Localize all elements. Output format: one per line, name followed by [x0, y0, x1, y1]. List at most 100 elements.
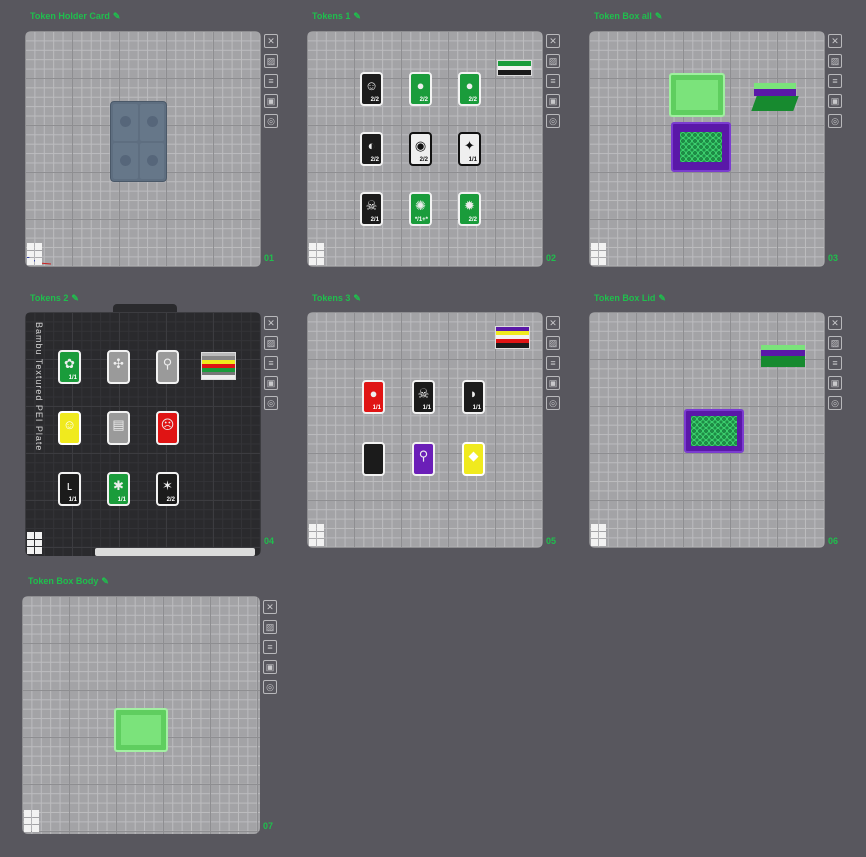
close-icon[interactable]: ✕: [264, 316, 278, 330]
edit-icon[interactable]: ✎: [113, 11, 121, 21]
lock-icon[interactable]: ▣: [828, 376, 842, 390]
token-card[interactable]: ☠ 1/1: [412, 380, 435, 414]
token-card[interactable]: ◐ 2/2: [360, 132, 383, 166]
build-plate-07[interactable]: [22, 596, 260, 834]
plate-title-04[interactable]: Tokens 2 ✎: [30, 293, 79, 304]
color-stripe-swatch[interactable]: [201, 352, 236, 380]
image-icon[interactable]: ▨: [264, 336, 278, 350]
image-icon[interactable]: ▨: [546, 54, 560, 68]
plate-title-03[interactable]: Token Box all ✎: [594, 11, 662, 22]
image-icon[interactable]: ▨: [263, 620, 277, 634]
lock-icon[interactable]: ▣: [546, 376, 560, 390]
token-card[interactable]: ☹: [156, 411, 179, 445]
close-icon[interactable]: ✕: [263, 600, 277, 614]
token-card[interactable]: ✱ 1/1: [107, 472, 130, 506]
token-box-model[interactable]: [671, 122, 731, 172]
layers-icon[interactable]: ≡: [264, 74, 278, 88]
settings-icon[interactable]: ◎: [263, 680, 277, 694]
build-plate-05[interactable]: ● 1/1 ☠ 1/1 ◗ 1/1 ⚲ ◆: [307, 312, 543, 548]
token-card[interactable]: ● 2/2: [458, 72, 481, 106]
token-card[interactable]: ☺: [58, 411, 81, 445]
image-icon[interactable]: ▨: [828, 336, 842, 350]
token-symbol-icon: ʟ: [66, 478, 73, 493]
layers-icon[interactable]: ≡: [264, 356, 278, 370]
token-card[interactable]: [362, 442, 385, 476]
token-box-lid-model[interactable]: [761, 345, 805, 367]
edit-icon[interactable]: ✎: [353, 293, 361, 303]
close-icon[interactable]: ✕: [828, 316, 842, 330]
token-card[interactable]: ✿ 1/1: [58, 350, 81, 384]
token-card[interactable]: ✹ 2/2: [458, 192, 481, 226]
lock-icon[interactable]: ▣: [264, 376, 278, 390]
color-stripe-swatch[interactable]: [495, 326, 530, 349]
build-plate-04[interactable]: Bambu Textured PEI Plate ✿ 1/1 ✣ ⚲ ☺ ▤ ☹ ʟ 1/1 ✱ 1…: [25, 312, 261, 556]
build-plate-02[interactable]: ☺ 2/2 ● 2/2 ● 2/2 ◐ 2/2 ◉ 2/2 ✦ 1/1 ☠ 2/1 ✺ */1+* ✹ 2/2: [307, 31, 543, 267]
lock-icon[interactable]: ▣: [263, 660, 277, 674]
build-plate-03[interactable]: [589, 31, 825, 267]
token-symbol-icon: ✱: [113, 478, 124, 493]
token-card[interactable]: ʟ 1/1: [58, 472, 81, 506]
settings-icon[interactable]: ◎: [828, 114, 842, 128]
image-icon[interactable]: ▨: [264, 54, 278, 68]
close-icon[interactable]: ✕: [546, 34, 560, 48]
token-card[interactable]: ⚲: [412, 442, 435, 476]
lock-icon[interactable]: ▣: [828, 94, 842, 108]
token-symbol-icon: ✶: [162, 478, 173, 493]
lock-icon[interactable]: ▣: [546, 94, 560, 108]
close-icon[interactable]: ✕: [264, 34, 278, 48]
token-card[interactable]: ✺ */1+*: [409, 192, 432, 226]
layers-icon[interactable]: ≡: [828, 356, 842, 370]
layers-icon[interactable]: ≡: [263, 640, 277, 654]
edit-icon[interactable]: ✎: [101, 576, 109, 586]
plate-number: 02: [546, 253, 557, 263]
edit-icon[interactable]: ✎: [71, 293, 79, 303]
token-card[interactable]: ◆: [462, 442, 485, 476]
layers-icon[interactable]: ≡: [546, 356, 560, 370]
token-power-toughness: */1+*: [414, 217, 428, 223]
image-icon[interactable]: ▨: [828, 54, 842, 68]
token-symbol-icon: ✺: [415, 198, 426, 213]
token-card[interactable]: ⚲: [156, 350, 179, 384]
plate-toolbar-02: ✕ ▨ ≡ ▣ ◎: [546, 34, 560, 134]
token-box-lid-model[interactable]: [751, 83, 799, 111]
settings-icon[interactable]: ◎: [546, 396, 560, 410]
token-card[interactable]: ☠ 2/1: [360, 192, 383, 226]
token-card[interactable]: ☺ 2/2: [360, 72, 383, 106]
token-card[interactable]: ◉ 2/2: [409, 132, 432, 166]
plate-title-05[interactable]: Tokens 3 ✎: [312, 293, 361, 304]
build-plate-06[interactable]: [589, 312, 825, 548]
token-box-body-model[interactable]: [114, 708, 168, 752]
build-plate-01[interactable]: [25, 31, 261, 267]
color-stripe-swatch[interactable]: [497, 60, 532, 76]
plate-title-06[interactable]: Token Box Lid ✎: [594, 293, 666, 304]
plate-title-07[interactable]: Token Box Body ✎: [28, 576, 109, 587]
token-card[interactable]: ✦ 1/1: [458, 132, 481, 166]
image-icon[interactable]: ▨: [546, 336, 560, 350]
token-card[interactable]: ✣: [107, 350, 130, 384]
settings-icon[interactable]: ◎: [264, 396, 278, 410]
token-card[interactable]: ● 1/1: [362, 380, 385, 414]
settings-icon[interactable]: ◎: [264, 114, 278, 128]
settings-icon[interactable]: ◎: [828, 396, 842, 410]
close-icon[interactable]: ✕: [828, 34, 842, 48]
plate-title-02[interactable]: Tokens 1 ✎: [312, 11, 361, 22]
token-card[interactable]: ▤: [107, 411, 130, 445]
layers-icon[interactable]: ≡: [546, 74, 560, 88]
close-icon[interactable]: ✕: [546, 316, 560, 330]
settings-icon[interactable]: ◎: [546, 114, 560, 128]
layers-icon[interactable]: ≡: [828, 74, 842, 88]
edit-icon[interactable]: ✎: [658, 293, 666, 303]
token-card[interactable]: ◗ 1/1: [462, 380, 485, 414]
edit-icon[interactable]: ✎: [655, 11, 663, 21]
token-card[interactable]: ● 2/2: [409, 72, 432, 106]
edit-icon[interactable]: ✎: [353, 11, 361, 21]
token-holder-card[interactable]: [110, 101, 167, 182]
token-power-toughness: 2/2: [166, 497, 175, 503]
lock-icon[interactable]: ▣: [264, 94, 278, 108]
token-box-body-model[interactable]: [669, 73, 725, 117]
token-box-model[interactable]: [684, 409, 744, 453]
token-power-toughness: 1/1: [68, 497, 77, 503]
token-power-toughness: 1/1: [468, 157, 477, 163]
token-card[interactable]: ✶ 2/2: [156, 472, 179, 506]
plate-title-01[interactable]: Token Holder Card ✎: [30, 11, 120, 22]
